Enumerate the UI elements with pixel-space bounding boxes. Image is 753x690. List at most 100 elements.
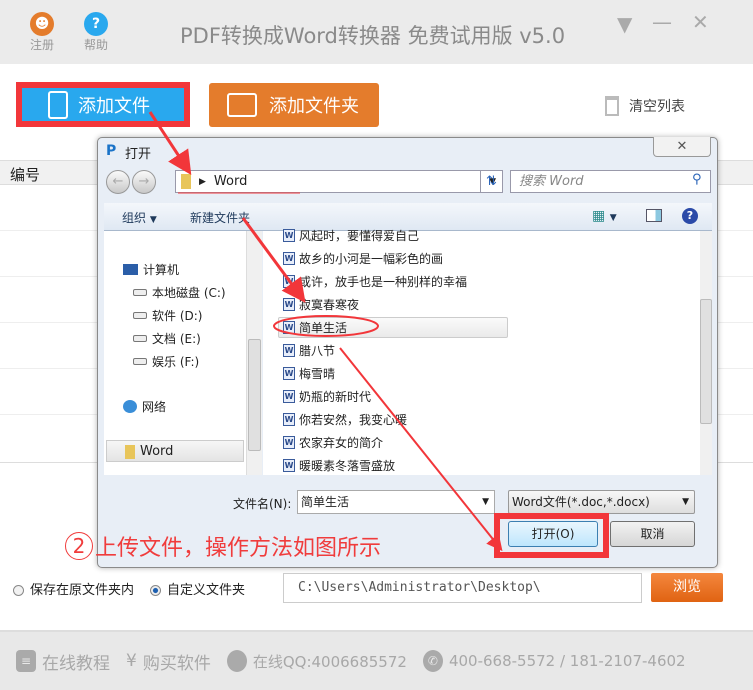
annotation-text: 上传文件，操作方法如图所示	[95, 536, 382, 561]
filename-input[interactable]: 简单生活 ▼	[297, 490, 495, 514]
file-item[interactable]: W 你若安然，我变心暖	[283, 410, 407, 428]
folder-icon	[227, 93, 257, 117]
forward-button[interactable]: →	[132, 170, 156, 194]
register-label: 注册	[30, 38, 55, 52]
file-item-selected[interactable]: W 简单生活	[283, 318, 347, 336]
nav-drive-c[interactable]: 本地磁盘 (C:)	[133, 284, 226, 301]
close-button[interactable]: ✕	[692, 10, 709, 34]
word-doc-icon: W	[283, 458, 295, 472]
buy-link[interactable]: ¥ 购买软件	[126, 649, 211, 674]
tutorial-link[interactable]: ≡ 在线教程	[16, 649, 110, 674]
dialog-close-button[interactable]: ✕	[653, 137, 711, 157]
file-item[interactable]: W 故乡的小河是一幅彩色的画	[283, 249, 443, 267]
chevron-down-icon[interactable]: ▼	[482, 491, 489, 513]
preview-pane-icon[interactable]	[646, 209, 662, 222]
menu-dropdown-icon[interactable]: ▼	[617, 12, 632, 36]
scroll-thumb[interactable]	[700, 299, 712, 424]
word-doc-icon: W	[283, 389, 295, 403]
radio-label: 自定义文件夹	[167, 583, 246, 598]
search-input[interactable]: 搜索 Word	[510, 170, 711, 193]
breadcrumb-arrow-icon: ▶	[199, 176, 206, 187]
nav-label: 计算机	[143, 263, 180, 277]
add-file-label: 添加文件	[78, 95, 150, 117]
nav-label: 文档 (E:)	[152, 332, 201, 346]
open-button[interactable]: 打开(O)	[508, 521, 598, 547]
help-icon[interactable]: ?	[682, 208, 698, 224]
back-button[interactable]: ←	[106, 170, 130, 194]
help-label: 帮助	[84, 38, 109, 52]
footer: ≡ 在线教程 ¥ 购买软件 在线QQ:4006685572 ✆ 400-668-557…	[0, 630, 753, 690]
file-item[interactable]: W 暖暖素冬落雪盛放	[283, 456, 395, 474]
folder-icon	[181, 174, 191, 189]
help-button[interactable]: ? 帮助	[84, 12, 108, 53]
custom-folder-radio[interactable]: 自定义文件夹	[150, 579, 245, 598]
address-bar[interactable]: ▶ Word ▼	[175, 170, 503, 193]
file-list-scrollbar[interactable]	[700, 231, 712, 475]
drive-icon	[133, 312, 147, 319]
keep-original-radio[interactable]: 保存在原文件夹内	[13, 579, 134, 598]
nav-scrollbar[interactable]	[246, 231, 262, 475]
nav-label: 本地磁盘 (C:)	[152, 286, 226, 300]
filename-value: 简单生活	[301, 495, 350, 509]
nav-computer[interactable]: 计算机	[123, 261, 179, 278]
file-item[interactable]: W 梅雪晴	[283, 364, 335, 382]
add-folder-button[interactable]: 添加文件夹	[209, 83, 379, 127]
add-file-button[interactable]: 添加文件	[22, 88, 184, 121]
app-logo-icon: P	[106, 143, 117, 159]
output-path-input[interactable]: C:\Users\Administrator\Desktop\	[283, 573, 642, 603]
file-item[interactable]: W 奶瓶的新时代	[283, 387, 371, 405]
clear-list-button[interactable]: 清空列表	[605, 96, 685, 116]
radio-label: 保存在原文件夹内	[30, 583, 135, 598]
file-item[interactable]: W 农家弃女的简介	[283, 433, 383, 451]
file-item[interactable]: W 风起时，要懂得爱自己	[283, 226, 419, 244]
minimize-button[interactable]: —	[652, 10, 672, 34]
file-item[interactable]: W 腊八节	[283, 341, 335, 359]
nav-label: 网络	[142, 400, 167, 414]
scroll-thumb[interactable]	[248, 339, 261, 451]
file-item[interactable]: W 寂寞春寒夜	[283, 295, 359, 313]
qq-icon	[226, 650, 247, 672]
nav-label: 软件 (D:)	[152, 309, 203, 323]
organize-label: 组织	[122, 211, 147, 225]
word-doc-icon: W	[283, 228, 295, 242]
nav-word[interactable]: Word	[125, 444, 173, 459]
nav-drive-d[interactable]: 软件 (D:)	[133, 307, 202, 324]
address-text: Word	[213, 174, 248, 189]
document-icon	[48, 90, 68, 119]
nav-network[interactable]: 网络	[123, 398, 166, 415]
file-name: 故乡的小河是一幅彩色的画	[299, 251, 444, 266]
word-doc-icon: W	[283, 343, 295, 357]
qq-link[interactable]: 在线QQ:4006685572	[226, 650, 407, 672]
drive-icon	[133, 335, 147, 342]
dialog-title: 打开	[125, 147, 152, 162]
new-folder-button[interactable]: 新建文件夹	[190, 209, 250, 226]
file-type-select[interactable]: Word文件(*.doc,*.docx) ▼	[508, 490, 695, 514]
help-icon: ?	[84, 12, 108, 36]
qq-label: 在线QQ:4006685572	[252, 652, 407, 671]
nav-drive-e[interactable]: 文档 (E:)	[133, 330, 201, 347]
radio-icon	[150, 585, 162, 596]
user-icon: ☻	[30, 12, 54, 36]
file-name: 你若安然，我变心暖	[299, 412, 408, 427]
word-doc-icon: W	[283, 320, 295, 334]
refresh-icon[interactable]: ⇅	[480, 171, 502, 192]
organize-menu[interactable]: 组织 ▼	[122, 209, 157, 226]
file-item[interactable]: W 或许，放手也是一种别样的幸福	[283, 272, 467, 290]
browse-button[interactable]: 浏览	[651, 573, 723, 602]
word-doc-icon: W	[283, 412, 295, 426]
search-icon[interactable]: ⚲	[692, 172, 702, 187]
cancel-button[interactable]: 取消	[610, 521, 695, 547]
folder-icon	[125, 444, 135, 459]
drive-icon	[133, 358, 147, 365]
file-type-value: Word文件(*.doc,*.docx)	[512, 495, 650, 509]
network-icon	[123, 400, 137, 413]
file-name: 寂寞春寒夜	[299, 297, 360, 312]
register-button[interactable]: ☻ 注册	[30, 12, 54, 53]
view-options-icon[interactable]: ▦ ▼	[592, 208, 617, 224]
document-icon: ≡	[16, 650, 36, 672]
nav-drive-f[interactable]: 娱乐 (F:)	[133, 353, 199, 370]
computer-icon	[123, 264, 138, 275]
filename-label: 文件名(N):	[233, 497, 292, 511]
nav-label: 娱乐 (F:)	[152, 355, 200, 369]
file-name: 简单生活	[299, 320, 348, 335]
